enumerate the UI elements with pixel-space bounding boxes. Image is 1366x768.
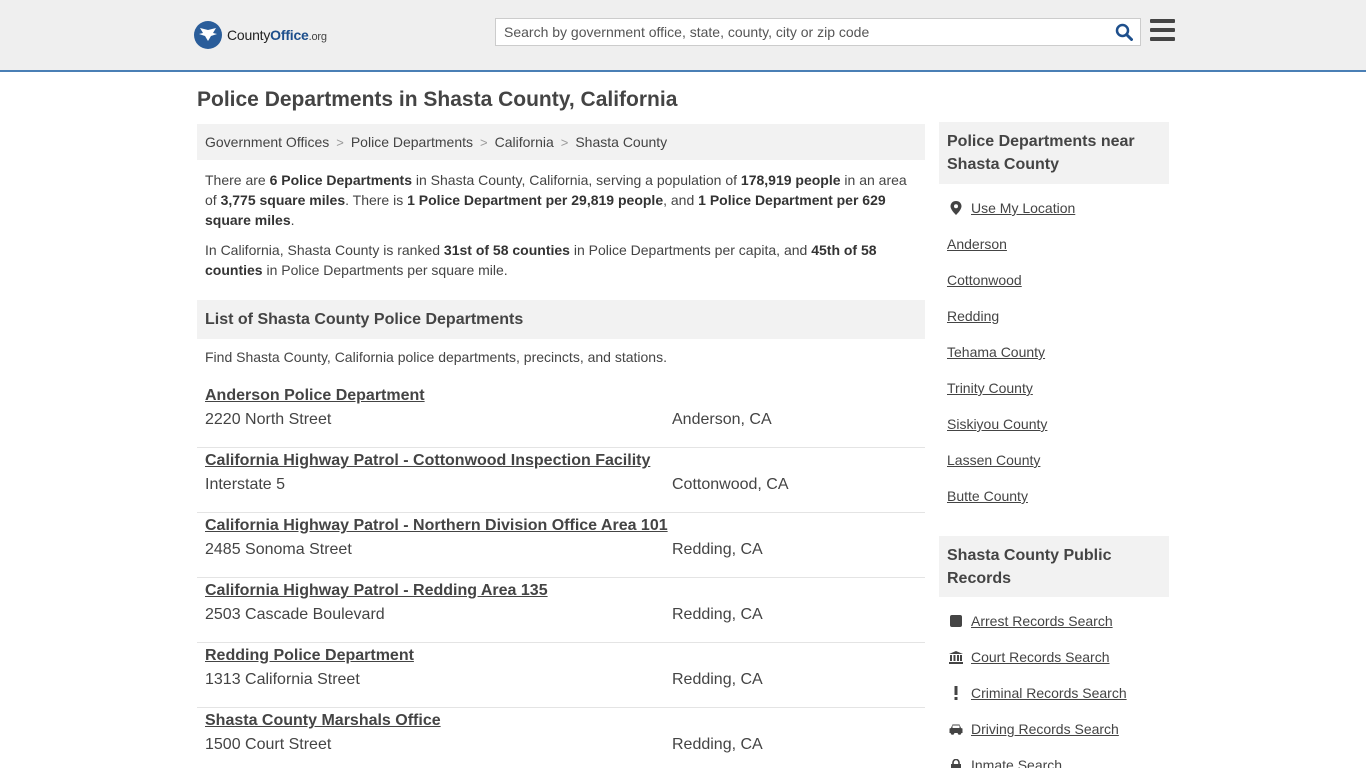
- public-records-link[interactable]: Driving Records Search: [971, 721, 1119, 737]
- site-header: CountyOffice.org: [0, 0, 1366, 72]
- intro-paragraph-2: In California, Shasta County is ranked 3…: [205, 240, 917, 280]
- breadcrumb-police-departments[interactable]: Police Departments: [351, 134, 473, 150]
- department-link[interactable]: Shasta County Marshals Office: [205, 712, 441, 730]
- public-records-link[interactable]: Arrest Records Search: [971, 613, 1113, 629]
- p2-segment: in Police Departments per square mile.: [262, 262, 508, 278]
- list-description: Find Shasta County, California police de…: [205, 349, 667, 365]
- p1-segment: 6 Police Departments: [269, 172, 412, 188]
- department-link[interactable]: California Highway Patrol - Cottonwood I…: [205, 452, 650, 470]
- nearby-link[interactable]: Redding: [947, 308, 999, 324]
- department-link[interactable]: California Highway Patrol - Northern Div…: [205, 517, 668, 535]
- department-list: Anderson Police Department 2220 North Str…: [197, 383, 925, 768]
- public-records-section-title: Shasta County Public Records: [939, 536, 1169, 597]
- p1-segment: 1 Police Department per 29,819 people: [407, 192, 664, 208]
- list-item: California Highway Patrol - Redding Area…: [197, 578, 925, 643]
- search-button[interactable]: [1108, 19, 1140, 45]
- logo-eagle-icon: [194, 21, 222, 49]
- search-input[interactable]: [496, 19, 1108, 45]
- nearby-link[interactable]: Siskiyou County: [947, 416, 1047, 432]
- p2-segment: in Police Departments per capita, and: [569, 242, 812, 258]
- site-logo[interactable]: CountyOffice.org: [194, 21, 327, 49]
- map-marker-icon: [947, 201, 965, 215]
- nearby-item: Redding: [947, 308, 999, 324]
- department-link[interactable]: Redding Police Department: [205, 647, 414, 665]
- p1-segment: .: [290, 212, 295, 228]
- department-city: Redding, CA: [672, 606, 763, 623]
- courthouse-icon: [947, 650, 965, 664]
- exclamation-icon: [947, 686, 965, 700]
- nearby-link[interactable]: Cottonwood: [947, 272, 1022, 288]
- nearby-link[interactable]: Tehama County: [947, 344, 1045, 360]
- p1-segment: in Shasta County, California, serving a …: [411, 172, 741, 188]
- breadcrumb-separator-icon: >: [480, 134, 488, 150]
- public-records-item: Driving Records Search: [947, 721, 1119, 737]
- breadcrumb-shasta-county[interactable]: Shasta County: [575, 134, 667, 150]
- list-item: California Highway Patrol - Cottonwood I…: [197, 448, 925, 513]
- nearby-item: Siskiyou County: [947, 416, 1047, 432]
- nearby-item: Butte County: [947, 488, 1028, 504]
- department-address: Interstate 5: [205, 476, 286, 493]
- public-records-link[interactable]: Criminal Records Search: [971, 685, 1127, 701]
- nearby-link[interactable]: Butte County: [947, 488, 1028, 504]
- list-item: California Highway Patrol - Northern Div…: [197, 513, 925, 578]
- intro-text: There are 6 Police Departments in Shasta…: [205, 170, 917, 290]
- lock-icon: [947, 758, 965, 768]
- nearby-link[interactable]: Trinity County: [947, 380, 1033, 396]
- square-icon: [947, 615, 965, 627]
- page-title: Police Departments in Shasta County, Cal…: [197, 88, 678, 111]
- department-address: 1500 Court Street: [205, 736, 332, 753]
- department-address: 2485 Sonoma Street: [205, 541, 352, 558]
- nearby-link[interactable]: Use My Location: [971, 200, 1075, 216]
- p1-segment: There are: [205, 172, 270, 188]
- list-item: Anderson Police Department 2220 North Str…: [197, 383, 925, 448]
- p1-segment: 178,919 people: [740, 172, 841, 188]
- department-address: 2503 Cascade Boulevard: [205, 606, 385, 623]
- nearby-section-title: Police Departments near Shasta County: [939, 122, 1169, 184]
- nearby-item: Anderson: [947, 236, 1007, 252]
- p1-segment: . There is: [345, 192, 408, 208]
- department-city: Redding, CA: [672, 541, 763, 558]
- nearby-item: Lassen County: [947, 452, 1040, 468]
- public-records-item: Arrest Records Search: [947, 613, 1113, 629]
- list-item: Shasta County Marshals Office 1500 Court …: [197, 708, 925, 768]
- nearby-item: Tehama County: [947, 344, 1045, 360]
- p2-segment: In California, Shasta County is ranked: [205, 242, 444, 258]
- search-bar: [495, 18, 1141, 46]
- breadcrumb-separator-icon: >: [560, 134, 569, 150]
- search-icon: [1115, 23, 1133, 41]
- department-address: 1313 California Street: [205, 671, 360, 688]
- public-records-item: Inmate Search: [947, 757, 1062, 768]
- department-link[interactable]: California Highway Patrol - Redding Area…: [205, 582, 548, 600]
- department-city: Anderson, CA: [672, 411, 772, 428]
- intro-paragraph-1: There are 6 Police Departments in Shasta…: [205, 170, 917, 230]
- department-city: Cottonwood, CA: [672, 476, 789, 493]
- public-records-link[interactable]: Inmate Search: [971, 757, 1062, 768]
- nearby-item: Cottonwood: [947, 272, 1022, 288]
- public-records-item: Court Records Search: [947, 649, 1110, 665]
- p2-segment: 31st of 58 counties: [443, 242, 570, 258]
- department-city: Redding, CA: [672, 671, 763, 688]
- department-city: Redding, CA: [672, 736, 763, 753]
- public-records-link[interactable]: Court Records Search: [971, 649, 1110, 665]
- list-section-title: List of Shasta County Police Departments: [197, 300, 925, 339]
- p1-segment: 3,775 square miles: [220, 192, 346, 208]
- nearby-item: Trinity County: [947, 380, 1033, 396]
- hamburger-menu-icon[interactable]: [1150, 19, 1175, 41]
- department-link[interactable]: Anderson Police Department: [205, 387, 425, 405]
- nearby-link[interactable]: Lassen County: [947, 452, 1040, 468]
- breadcrumb-government-offices[interactable]: Government Offices: [205, 134, 329, 150]
- list-item: Redding Police Department 1313 California…: [197, 643, 925, 708]
- breadcrumb-separator-icon: >: [336, 134, 344, 150]
- car-icon: [947, 724, 965, 735]
- department-address: 2220 North Street: [205, 411, 332, 428]
- breadcrumb: Government Offices > Police Departments …: [197, 124, 925, 160]
- breadcrumb-california[interactable]: California: [495, 134, 554, 150]
- nearby-link[interactable]: Anderson: [947, 236, 1007, 252]
- public-records-item: Criminal Records Search: [947, 685, 1127, 701]
- p1-segment: , and: [663, 192, 699, 208]
- logo-text: CountyOffice.org: [227, 27, 327, 43]
- nearby-item: Use My Location: [947, 200, 1075, 216]
